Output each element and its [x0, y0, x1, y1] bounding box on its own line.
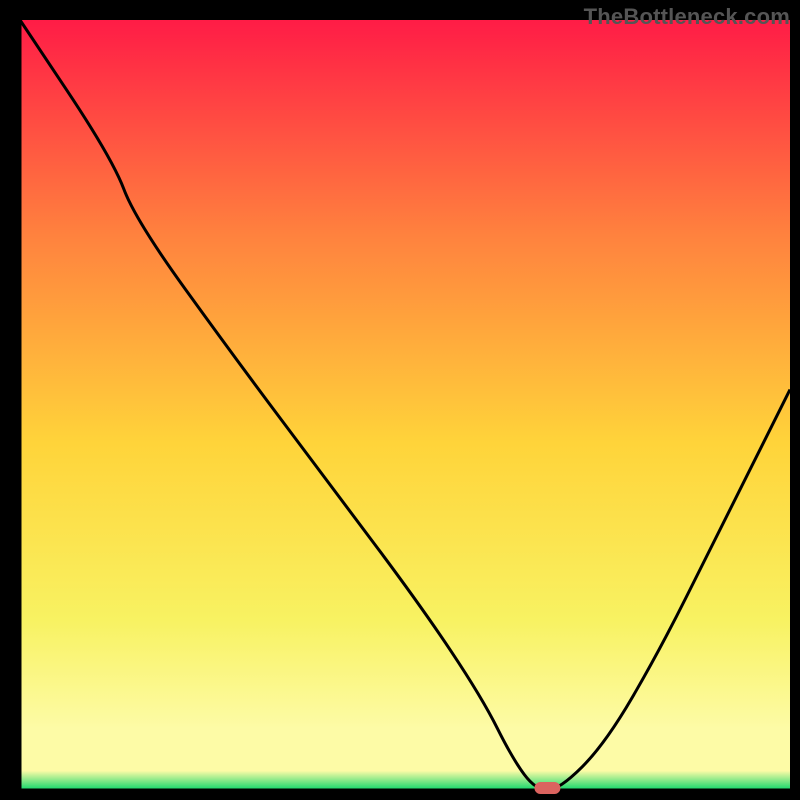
- optimal-marker: [534, 782, 560, 794]
- watermark-text: TheBottleneck.com: [584, 4, 790, 30]
- chart-container: { "watermark": "TheBottleneck.com", "col…: [0, 0, 800, 800]
- plot-background: [20, 20, 790, 790]
- bottleneck-chart: [0, 0, 800, 800]
